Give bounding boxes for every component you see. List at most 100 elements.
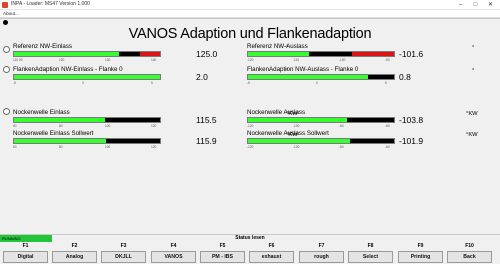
printing-button[interactable]: Printing xyxy=(398,251,443,263)
menu-about[interactable]: About... xyxy=(3,10,19,18)
fkey-number: F10 xyxy=(465,243,474,249)
gauge-ticks: 60 80 100 120 xyxy=(13,124,161,128)
gauge-unit: °KW xyxy=(466,132,478,138)
gauge-tick-label: 110.00 xyxy=(13,58,23,62)
back-button[interactable]: Back xyxy=(447,251,492,263)
app-icon xyxy=(2,2,8,8)
radio-nockenwelle[interactable] xyxy=(3,108,10,115)
gauge-tick-label: 120 xyxy=(59,58,65,62)
analog-button[interactable]: Analog xyxy=(52,251,97,263)
gauge-tick-label: 100 xyxy=(105,124,111,128)
pm-ibs-button[interactable]: PM - IBS xyxy=(200,251,245,263)
digital-button[interactable]: Digital xyxy=(3,251,48,263)
gauge-tick-label: -5 xyxy=(247,81,250,85)
main-panel: VANOS Adaption und Flankenadaption Refer… xyxy=(0,18,500,234)
gauge-tick-label: -90 xyxy=(385,58,390,62)
gauge-bar xyxy=(13,51,161,57)
fkey-number: F8 xyxy=(367,243,374,249)
fkey-number: F3 xyxy=(120,243,127,249)
status-dot-icon xyxy=(3,20,8,25)
gauge-value: -103.8 xyxy=(399,115,424,125)
fkey-number: F4 xyxy=(170,243,177,249)
gauge-tick-label: 120 xyxy=(151,145,157,149)
gauge-value: -101.9 xyxy=(399,136,424,146)
gauge-bar-fill xyxy=(14,75,160,79)
status-line: RUNNING Status lesen xyxy=(0,234,500,242)
gauge-tick-label: 5 xyxy=(385,81,387,85)
gauge-tick-label: -100 xyxy=(293,124,300,128)
fkey-f4: F4 VANOS xyxy=(150,242,197,264)
fkey-f5: F5 PM - IBS xyxy=(199,242,246,264)
gauge-label: Nockenwelle Auslass xyxy=(247,109,306,116)
fkey-f6: F6 exhaust xyxy=(248,242,295,264)
gauge-tick-label: -110 xyxy=(293,58,300,62)
gauge-tick-label: 140 xyxy=(151,58,157,62)
page-title: VANOS Adaption und Flankenadaption xyxy=(128,26,372,42)
fkey-f7: F7 rough xyxy=(298,242,345,264)
dkjll-button[interactable]: DKJLL xyxy=(101,251,146,263)
gauge-tick-label: 80 xyxy=(59,124,63,128)
gauge-ticks: -120 -100 -80 -60 xyxy=(247,145,395,149)
fkey-number: F9 xyxy=(417,243,424,249)
gauge-tick-label: -120 xyxy=(247,145,254,149)
function-key-bar: F1 Digital F2 Analog F3 DKJLL F4 VANOS F5 PM … xyxy=(0,242,500,264)
gauge-tick-label: -80 xyxy=(339,145,344,149)
gauge-bar-limit xyxy=(139,52,160,56)
fkey-number: F1 xyxy=(22,243,29,249)
gauge-tick-label: -80 xyxy=(339,124,344,128)
gauge-bar xyxy=(13,138,161,144)
gauge-unit: ° xyxy=(472,45,475,51)
minimize-icon[interactable]: – xyxy=(453,0,468,10)
radio-referenz[interactable] xyxy=(3,46,10,53)
maximize-icon[interactable]: □ xyxy=(468,0,483,10)
gauge-bar-fill xyxy=(248,118,348,122)
gauge-tick-label: -120 xyxy=(247,58,254,62)
gauge-bar-fill xyxy=(248,139,351,143)
gauge-bar-fill xyxy=(248,52,310,56)
rough-button[interactable]: rough xyxy=(299,251,344,263)
window-title: INPA - Loader: MS47 Version 1.000 xyxy=(11,1,90,7)
fkey-f2: F2 Analog xyxy=(51,242,98,264)
gauge-value: 125.0 xyxy=(196,49,218,59)
gauge-ticks: 110.00 120 130 140 xyxy=(13,58,161,62)
gauge-tick-label: 60 xyxy=(13,124,17,128)
fkey-f3: F3 DKJLL xyxy=(100,242,147,264)
gauge-value: -101.6 xyxy=(399,49,424,59)
gauge-label: FlankenAdaption NW-Einlass - Flanke 0 xyxy=(13,66,123,73)
gauge-label: Referenz NW-Einlass xyxy=(13,43,73,50)
gauge-bar-fill xyxy=(248,75,368,79)
gauge-tick-label: -60 xyxy=(385,124,390,128)
fkey-number: F6 xyxy=(268,243,275,249)
gauge-value: 115.9 xyxy=(196,136,217,146)
fkey-f9: F9 Printing xyxy=(397,242,444,264)
fkey-number: F2 xyxy=(71,243,78,249)
gauge-tick-label: -120 xyxy=(247,124,254,128)
radio-flankenadaption[interactable] xyxy=(3,66,10,73)
gauge-tick-label: -60 xyxy=(385,145,390,149)
gauge-label: Nockenwelle Einlass Sollwert xyxy=(13,130,94,137)
gauge-value: 115.5 xyxy=(196,115,217,125)
gauge-tick-label: 130 xyxy=(105,58,111,62)
menu-bar: About... xyxy=(0,10,500,18)
gauge-tick-label: 60 xyxy=(13,145,17,149)
title-bar: INPA - Loader: MS47 Version 1.000 – □ ✕ xyxy=(0,0,500,10)
gauge-ticks: -5 0 5 xyxy=(247,81,395,85)
gauge-value: 0.8 xyxy=(399,72,411,82)
close-icon[interactable]: ✕ xyxy=(483,0,498,10)
window-controls: – □ ✕ xyxy=(453,0,498,10)
gauge-tick-label: 5 xyxy=(151,81,153,85)
status-text: Status lesen xyxy=(235,235,265,241)
gauge-tick-label: 0 xyxy=(82,81,84,85)
gauge-bar xyxy=(247,117,395,123)
vanos-button[interactable]: VANOS xyxy=(151,251,196,263)
fkey-f8: F8 Select xyxy=(347,242,394,264)
gauge-bar xyxy=(13,117,161,123)
gauge-bar-fill xyxy=(14,118,105,122)
gauge-ticks: 60 80 100 120 xyxy=(13,145,161,149)
select-button[interactable]: Select xyxy=(348,251,393,263)
exhaust-button[interactable]: exhaust xyxy=(249,251,294,263)
gauge-unit: ° xyxy=(472,68,475,74)
gauge-bar-fill xyxy=(14,52,120,56)
gauge-ticks: -5 0 5 xyxy=(13,81,161,85)
gauge-tick-label: 80 xyxy=(59,145,63,149)
